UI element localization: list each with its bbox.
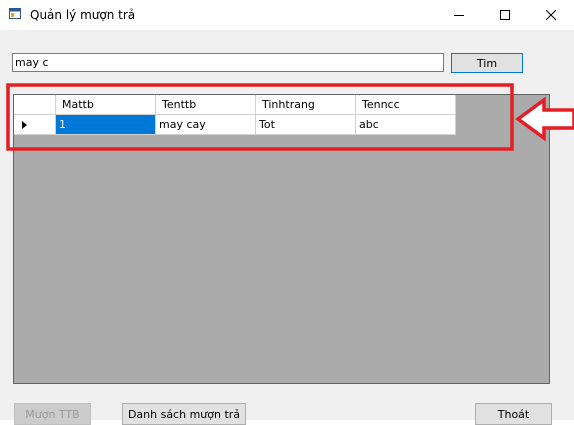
borrow-list-button[interactable]: Danh sách mượn trả <box>122 403 246 425</box>
window-title: Quản lý mượn trả <box>30 8 136 22</box>
table-cell-tinhtrang[interactable]: Tot <box>256 115 356 135</box>
exit-button[interactable]: Thoát <box>475 403 552 425</box>
row-header[interactable] <box>14 115 56 135</box>
find-button[interactable]: Tim <box>451 53 523 73</box>
grid-corner-header[interactable] <box>14 95 56 115</box>
column-header-tenncc[interactable]: Tenncc <box>356 95 456 115</box>
app-form-icon <box>9 8 21 19</box>
maximize-icon <box>500 10 510 20</box>
data-grid[interactable]: Mattb Tenttb Tinhtrang Tenncc 1 may cay … <box>13 94 550 384</box>
column-header-tenttb[interactable]: Tenttb <box>156 95 256 115</box>
minimize-icon <box>454 10 464 20</box>
close-icon <box>546 10 556 20</box>
close-button[interactable] <box>528 0 574 30</box>
minimize-button[interactable] <box>436 0 482 30</box>
table-cell-tenncc[interactable]: abc <box>356 115 456 135</box>
current-row-arrow-icon <box>22 121 27 129</box>
table-cell-tenttb[interactable]: may cay <box>156 115 256 135</box>
borrow-equipment-button[interactable]: Mượn TTB <box>14 403 91 425</box>
search-input[interactable]: may c <box>12 53 444 72</box>
maximize-button[interactable] <box>482 0 528 30</box>
table-cell-mattb[interactable]: 1 <box>56 115 156 135</box>
column-header-tinhtrang[interactable]: Tinhtrang <box>256 95 356 115</box>
column-header-mattb[interactable]: Mattb <box>56 95 156 115</box>
title-bar: Quản lý mượn trả <box>0 0 574 30</box>
